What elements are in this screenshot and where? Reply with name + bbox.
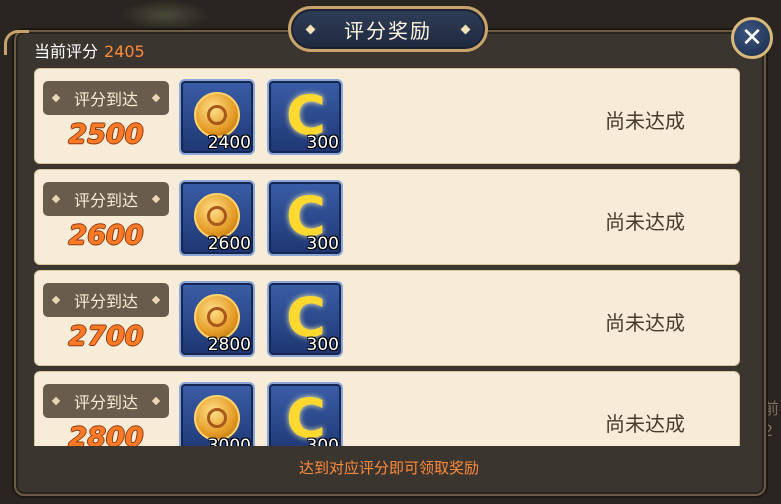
reward-quantity: 2400 [207, 133, 251, 153]
diamond-icon [151, 194, 161, 204]
requirement-score: 2800 [68, 422, 144, 446]
background-emblem [120, 0, 210, 30]
reward-item-coin[interactable]: C 300 [267, 180, 343, 256]
requirement-pill-label: 评分到达 [73, 90, 138, 109]
close-button[interactable]: ✕ [731, 17, 773, 59]
panel-title: 评分奖励 [344, 18, 432, 43]
current-score-value: 2405 [104, 42, 145, 61]
corner-ornament [4, 30, 29, 55]
requirement-pill: 评分到达 [43, 283, 169, 317]
medal-icon [194, 193, 240, 239]
reward-row: 评分到达 2800 3000 C 300 尚未达成 [34, 371, 740, 446]
diamond-icon [151, 93, 161, 103]
reward-item-medal[interactable]: 2400 [179, 79, 255, 155]
reward-item-medal[interactable]: 2600 [179, 180, 255, 256]
status-text: 尚未达成 [605, 210, 685, 234]
reward-row: 评分到达 2600 2600 C 300 尚未达成 [34, 169, 740, 265]
diamond-icon [51, 93, 61, 103]
diamond-icon [151, 295, 161, 305]
diamond-icon [151, 396, 161, 406]
requirement-pill-label: 评分到达 [73, 191, 138, 210]
requirement-pill: 评分到达 [43, 81, 169, 115]
reward-quantity: 300 [306, 436, 339, 446]
requirement-score: 2600 [68, 220, 144, 251]
footer-hint: 达到对应评分即可领取奖励 [298, 458, 479, 477]
current-score: 当前评分 2405 [34, 38, 145, 62]
reward-item-coin[interactable]: C 300 [267, 281, 343, 357]
status-text: 尚未达成 [605, 412, 685, 436]
requirement-score: 2700 [68, 321, 144, 352]
reward-row: 评分到达 2500 2400 C 300 尚未达成 [34, 68, 740, 164]
reward-quantity: 300 [306, 234, 339, 254]
diamond-icon [51, 396, 61, 406]
reward-quantity: 300 [306, 133, 339, 153]
reward-quantity: 2800 [207, 335, 251, 355]
reward-item-coin[interactable]: C 300 [267, 79, 343, 155]
reward-quantity: 3000 [207, 436, 251, 446]
requirement-score: 2500 [68, 119, 144, 150]
reward-item-coin[interactable]: C 300 [267, 382, 343, 446]
reward-row: 评分到达 2700 2800 C 300 尚未达成 [34, 270, 740, 366]
diamond-icon [51, 194, 61, 204]
reward-list[interactable]: 评分到达 2500 2400 C 300 尚未达成 评分到达 2600 2600… [34, 68, 740, 446]
requirement-pill-label: 评分到达 [73, 393, 138, 412]
diamond-icon [305, 24, 316, 35]
status-text: 尚未达成 [605, 311, 685, 335]
reward-quantity: 300 [306, 335, 339, 355]
status-text: 尚未达成 [605, 109, 685, 133]
requirement-pill: 评分到达 [43, 182, 169, 216]
medal-icon [194, 92, 240, 138]
reward-quantity: 2600 [207, 234, 251, 254]
requirement-pill-label: 评分到达 [73, 292, 138, 311]
reward-item-medal[interactable]: 2800 [179, 281, 255, 357]
medal-icon [194, 294, 240, 340]
close-icon: ✕ [741, 23, 763, 53]
current-score-label: 当前评分 [34, 42, 99, 61]
diamond-icon [51, 295, 61, 305]
title-plate: 评分奖励 [288, 6, 488, 52]
medal-icon [194, 395, 240, 441]
reward-item-medal[interactable]: 3000 [179, 382, 255, 446]
diamond-icon [460, 24, 471, 35]
requirement-pill: 评分到达 [43, 384, 169, 418]
